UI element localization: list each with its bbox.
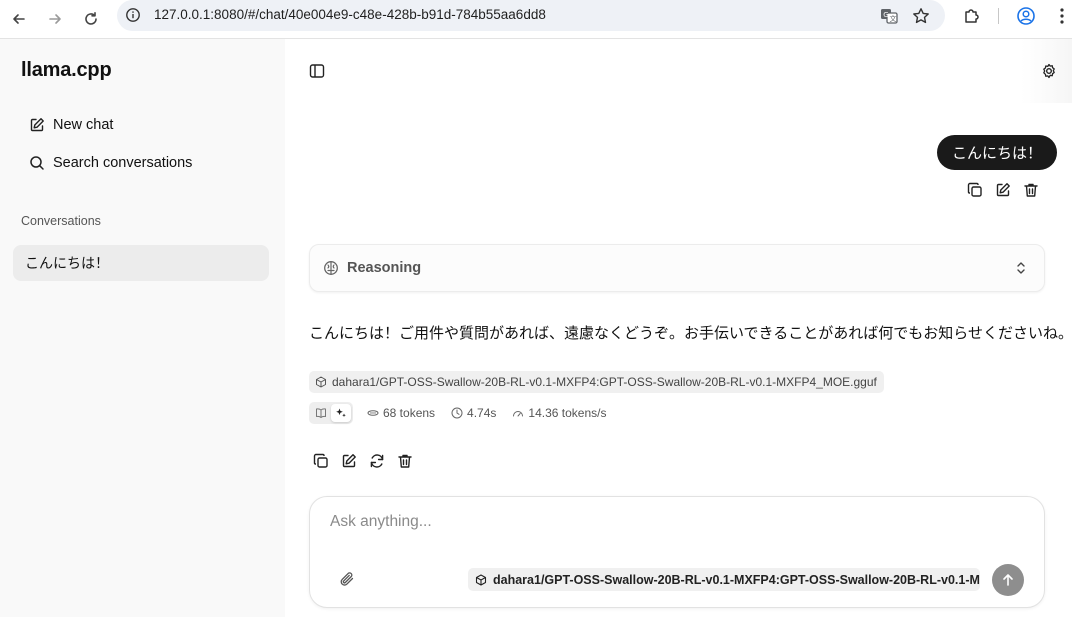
expand-chevrons-icon[interactable]: [1013, 260, 1029, 276]
model-selector[interactable]: dahara1/GPT-OSS-Swallow-20B-RL-v0.1-MXFP…: [468, 568, 980, 591]
arrow-up-icon: [1001, 573, 1015, 587]
model-selector-text: dahara1/GPT-OSS-Swallow-20B-RL-v0.1-MXFP…: [493, 572, 980, 587]
sparkles-icon[interactable]: [331, 404, 351, 422]
view-mode-toggle: [309, 402, 353, 424]
time-stat: 4.74s: [451, 406, 496, 420]
search-conversations-button[interactable]: Search conversations: [20, 147, 270, 179]
toolbar-divider: [998, 8, 999, 24]
new-chat-icon: [29, 117, 53, 133]
paperclip-icon[interactable]: [339, 571, 355, 587]
extensions-puzzle-icon[interactable]: [961, 5, 983, 27]
chat-main: こんにちは！ Reasoning こんにちは！ご用件や質問があれば、遠慮なくどう…: [285, 39, 1072, 617]
address-bar[interactable]: 127.0.0.1:8080/#/chat/40e004e9-c48e-428b…: [117, 0, 945, 31]
back-arrow-icon[interactable]: [6, 6, 32, 32]
conversation-title: こんにちは！: [25, 255, 109, 271]
speed-value: 14.36 tokens/s: [528, 406, 607, 420]
copy-icon[interactable]: [967, 182, 983, 198]
generation-stats: 68 tokens 4.74s 14.36 tokens/s: [309, 402, 622, 424]
trash-icon[interactable]: [397, 453, 413, 469]
app-brand: llama.cpp: [21, 59, 112, 81]
assistant-message-actions: [313, 453, 413, 469]
svg-text:文: 文: [890, 14, 897, 23]
sidebar: llama.cpp New chat Search conversations …: [0, 39, 285, 617]
bookmark-star-icon[interactable]: [911, 6, 931, 26]
regenerate-icon[interactable]: [369, 453, 385, 469]
new-chat-label: New chat: [53, 117, 114, 133]
trash-icon[interactable]: [1023, 182, 1039, 198]
message-composer[interactable]: Ask anything... dahara1/GPT-OSS-Swallow-…: [309, 496, 1045, 608]
settings-gear-icon[interactable]: [1041, 63, 1057, 79]
sidebar-toggle-icon[interactable]: [309, 63, 325, 79]
gauge-icon: [512, 407, 528, 419]
clock-icon: [451, 407, 467, 419]
search-conversations-label: Search conversations: [53, 155, 193, 171]
speed-stat: 14.36 tokens/s: [512, 406, 606, 420]
reasoning-label: Reasoning: [347, 260, 422, 276]
svg-text:G: G: [883, 11, 888, 19]
user-message-text: こんにちは！: [952, 145, 1043, 162]
url-text[interactable]: 127.0.0.1:8080/#/chat/40e004e9-c48e-428b…: [154, 7, 546, 22]
edit-icon[interactable]: [341, 453, 357, 469]
new-chat-button[interactable]: New chat: [20, 109, 270, 141]
conversation-item[interactable]: こんにちは！: [13, 245, 269, 281]
brain-icon: [323, 260, 339, 276]
assistant-message-text: こんにちは！ご用件や質問があれば、遠慮なくどうぞ。お手伝いできることがあれば何で…: [309, 325, 1072, 342]
message-input-placeholder[interactable]: Ask anything...: [330, 513, 432, 531]
reload-icon[interactable]: [78, 6, 104, 32]
tokens-value: 68 tokens: [383, 406, 436, 420]
package-icon: [315, 376, 332, 388]
conversations-heading: Conversations: [21, 214, 101, 228]
package-icon: [475, 573, 493, 586]
model-badge-text: dahara1/GPT-OSS-Swallow-20B-RL-v0.1-MXFP…: [332, 375, 877, 389]
edit-icon[interactable]: [995, 182, 1011, 198]
time-value: 4.74s: [467, 406, 497, 420]
profile-avatar-icon[interactable]: [1015, 5, 1037, 27]
search-icon: [29, 155, 53, 171]
translate-icon[interactable]: G文: [879, 6, 899, 26]
tokens-icon: [367, 407, 383, 419]
site-info-icon[interactable]: [125, 7, 141, 23]
copy-icon[interactable]: [313, 453, 329, 469]
user-message-bubble: こんにちは！: [937, 135, 1058, 170]
forward-arrow-icon[interactable]: [42, 6, 68, 32]
tokens-stat: 68 tokens: [367, 406, 435, 420]
send-button[interactable]: [992, 564, 1024, 596]
book-icon[interactable]: [311, 404, 331, 422]
user-message-actions: [967, 182, 1039, 198]
model-badge: dahara1/GPT-OSS-Swallow-20B-RL-v0.1-MXFP…: [309, 371, 884, 393]
kebab-menu-icon[interactable]: [1052, 5, 1072, 27]
reasoning-panel[interactable]: Reasoning: [309, 244, 1045, 292]
browser-toolbar: 127.0.0.1:8080/#/chat/40e004e9-c48e-428b…: [0, 0, 1072, 39]
